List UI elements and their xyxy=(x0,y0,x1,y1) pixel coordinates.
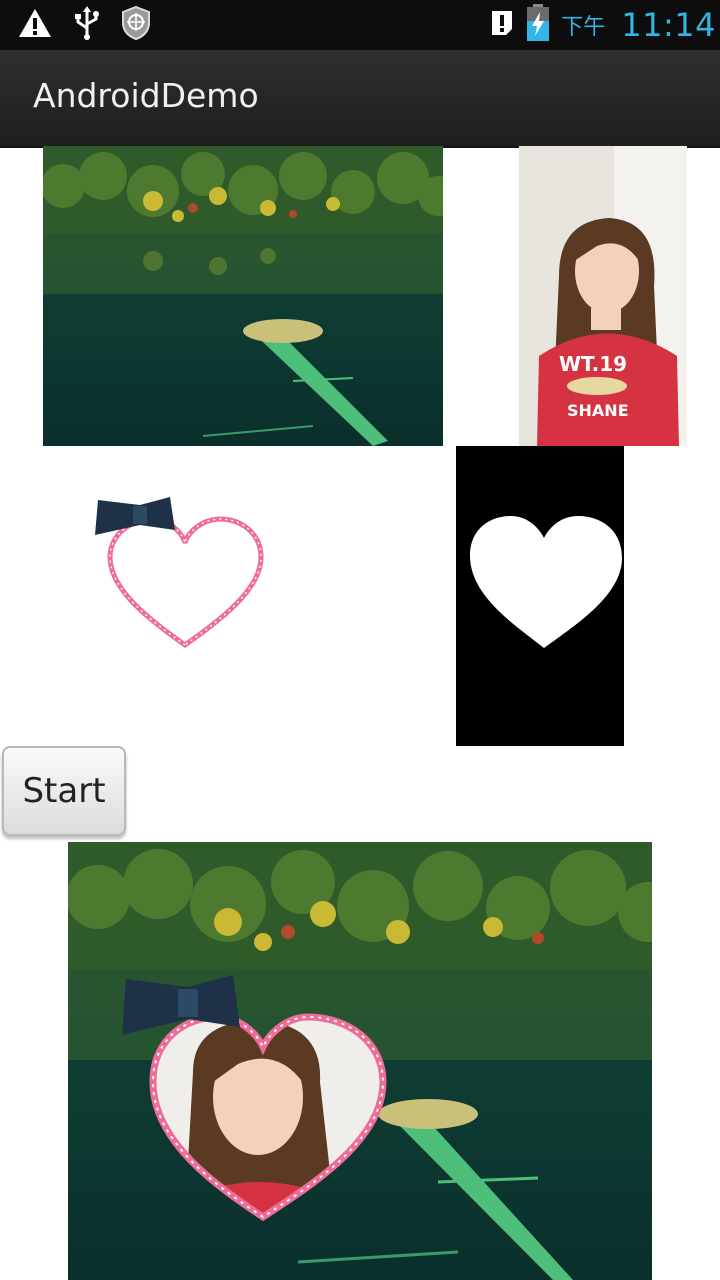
action-bar: AndroidDemo xyxy=(0,50,720,148)
svg-text:SHANE: SHANE xyxy=(567,401,629,420)
status-ampm: 下午 xyxy=(561,15,606,40)
app-title: AndroidDemo xyxy=(33,76,259,115)
heart-mask-image xyxy=(456,446,624,746)
shield-icon xyxy=(122,5,150,44)
start-button[interactable]: Start xyxy=(2,746,126,836)
heart-frame-with-bow-image xyxy=(95,495,270,655)
warning-icon xyxy=(18,8,52,42)
svg-text:WT.19: WT.19 xyxy=(559,352,627,376)
girl-portrait-image: WT.19 SHANE xyxy=(519,146,687,446)
usb-icon xyxy=(74,6,100,44)
composite-heart-frame-image xyxy=(68,842,652,1280)
lake-landscape-image xyxy=(43,146,443,446)
status-bar: 下午 11:14 xyxy=(0,0,720,50)
battery-charging-icon xyxy=(525,4,551,46)
status-clock: 11:14 xyxy=(621,6,716,44)
alert-icon xyxy=(489,9,515,41)
